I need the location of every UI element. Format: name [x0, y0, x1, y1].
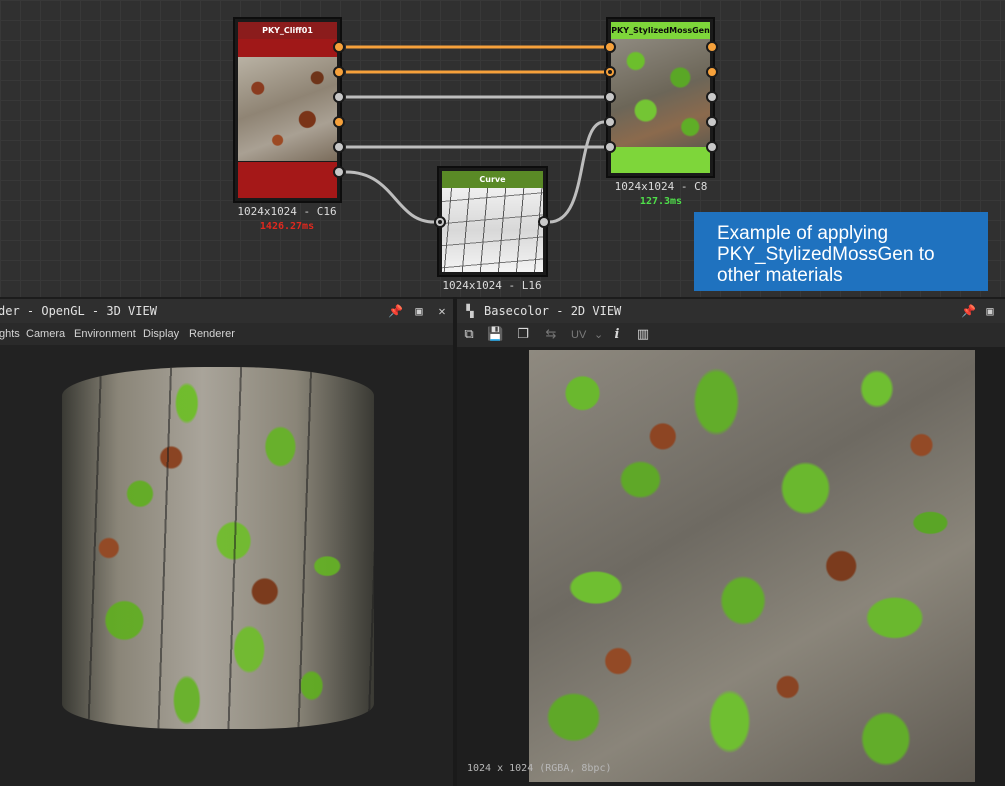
moss-input-port-3[interactable]	[604, 91, 616, 103]
info-icon[interactable]: i	[609, 327, 625, 343]
node-pky-stylizedmossgen[interactable]: PKY_StylizedMossGen	[606, 17, 715, 178]
moss-node-info: 1024x1024 - C8	[614, 180, 708, 193]
node-color-bar	[238, 39, 337, 57]
view3d-viewport[interactable]	[0, 345, 453, 786]
pin-icon[interactable]: 📌	[961, 304, 976, 318]
moss-output-port-4[interactable]	[706, 116, 718, 128]
cliff-output-port-3[interactable]	[333, 91, 345, 103]
node-pky-cliff01[interactable]: PKY_Cliff01	[233, 17, 342, 203]
save-icon[interactable]: 💾	[487, 327, 503, 343]
menu-lights[interactable]: ghts	[0, 323, 20, 345]
moss-input-port-1[interactable]	[604, 41, 616, 53]
view2d-toolbar: ⧉ 💾 ❐ ⇆ UV ⌄ i ▥	[457, 323, 1005, 347]
view2d-viewport[interactable]: 1024 x 1024 (RGBA, 8bpc)	[457, 347, 1005, 786]
clipboard-icon[interactable]: ❐	[515, 327, 531, 343]
moss-output-port-2[interactable]	[706, 66, 718, 78]
texture-status: 1024 x 1024 (RGBA, 8bpc)	[467, 763, 612, 774]
node-title: Curve	[442, 171, 543, 188]
moss-output-port-3[interactable]	[706, 91, 718, 103]
node-thumbnail	[238, 57, 337, 161]
cliff-output-port-1[interactable]	[333, 41, 345, 53]
uv-dropdown[interactable]: UV	[571, 327, 586, 343]
view2d-panel: ▚ Basecolor - 2D VIEW 📌 ▣ ⧉ 💾 ❐ ⇆ UV ⌄ i…	[457, 297, 1005, 786]
wire-curve-to-moss	[548, 120, 605, 224]
moss-input-port-2[interactable]	[604, 66, 616, 78]
moss-node-time: 127.3ms	[639, 196, 683, 207]
node-color-footer	[238, 162, 337, 198]
curve-input-port[interactable]	[434, 216, 446, 228]
view3d-panel: der - OpenGL - 3D VIEW 📌 ▣ ✕ ghts Camera…	[0, 297, 453, 786]
menu-display[interactable]: Display	[143, 323, 179, 345]
pin-icon[interactable]: 📌	[388, 304, 403, 318]
moss-input-port-4[interactable]	[604, 116, 616, 128]
callout-line-1: Example of applying	[717, 223, 889, 244]
view2d-title: Basecolor - 2D VIEW	[484, 304, 622, 318]
example-callout: Example of applying PKY_StylizedMossGen …	[694, 212, 988, 291]
preview-cylinder-mesh	[62, 367, 374, 729]
moss-input-port-5[interactable]	[604, 141, 616, 153]
node-title: PKY_StylizedMossGen	[611, 22, 710, 39]
moss-output-port-5[interactable]	[706, 141, 718, 153]
curve-output-port[interactable]	[538, 216, 550, 228]
basecolor-texture-preview	[529, 350, 975, 782]
node-title: PKY_Cliff01	[238, 22, 337, 39]
moss-output-port-1[interactable]	[706, 41, 718, 53]
cliff-node-time: 1426.27ms	[259, 221, 315, 232]
maximize-icon[interactable]: ▣	[983, 304, 997, 318]
close-icon[interactable]: ✕	[435, 304, 449, 318]
node-thumbnail	[611, 39, 710, 149]
callout-line-3: other materials	[717, 265, 843, 286]
node-curve[interactable]: Curve	[437, 166, 548, 277]
view2d-header: ▚ Basecolor - 2D VIEW 📌 ▣	[457, 299, 1005, 323]
node-graph-canvas[interactable]: PKY_Cliff01 1024x1024 - C16 1426.27ms PK…	[0, 0, 1005, 297]
cliff-output-port-4[interactable]	[333, 116, 345, 128]
node-color-footer	[611, 147, 710, 173]
callout-line-2: PKY_StylizedMossGen to	[717, 244, 935, 265]
checker-icon: ▚	[466, 304, 474, 318]
chevron-down-icon[interactable]: ⌄	[594, 327, 603, 343]
menu-renderer[interactable]: Renderer	[189, 323, 235, 345]
cliff-output-port-2[interactable]	[333, 66, 345, 78]
cliff-output-port-6[interactable]	[333, 166, 345, 178]
maximize-icon[interactable]: ▣	[412, 304, 426, 318]
histogram-icon[interactable]: ▥	[635, 327, 651, 343]
share-icon[interactable]: ⇆	[543, 327, 559, 343]
copy-view-icon[interactable]: ⧉	[461, 327, 477, 343]
view3d-title: der - OpenGL - 3D VIEW	[0, 304, 157, 318]
view3d-menubar: ghts Camera Environment Display Renderer	[0, 323, 453, 345]
view3d-header: der - OpenGL - 3D VIEW 📌 ▣ ✕	[0, 299, 453, 323]
wire-cliff-to-curve	[345, 170, 435, 224]
menu-camera[interactable]: Camera	[26, 323, 65, 345]
cliff-output-port-5[interactable]	[333, 141, 345, 153]
node-thumbnail	[442, 188, 543, 272]
menu-environment[interactable]: Environment	[74, 323, 136, 345]
cliff-node-info: 1024x1024 - C16	[237, 205, 337, 218]
curve-node-info: 1024x1024 - L16	[442, 279, 542, 292]
